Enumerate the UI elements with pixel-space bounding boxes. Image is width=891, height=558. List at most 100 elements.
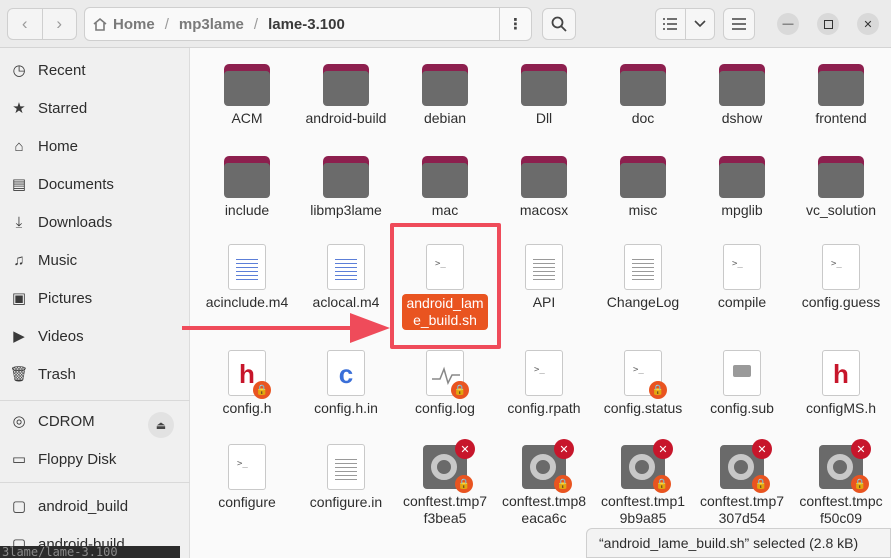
file-item[interactable]: acinclude.m4 [204,238,290,311]
sidebar-item-android-build-bookmark[interactable]: ▢ android_build [0,488,190,524]
file-item[interactable]: ✕ 🔒 conftest.tmpcf50c09 [798,438,884,527]
sidebar-item-label: Pictures [38,289,93,307]
folder-icon [224,156,270,198]
close-icon: ✕ [863,18,873,31]
file-item[interactable]: ✕ 🔒 conftest.tmp8eaca6c [501,438,587,527]
file-name: config.guess [801,294,881,310]
file-item[interactable]: 🔒 config.log [402,344,488,417]
error-badge-icon: ✕ [653,439,673,459]
header-file-icon: h [822,350,860,396]
lock-icon: 🔒 [851,475,869,493]
folder-item[interactable]: vc_solution [798,148,884,219]
header-bar: ‹ › Home / mp3lame / lame-3.100 ⋮ — ✕ [0,0,891,48]
file-name: config.rpath [507,400,581,416]
folder-item[interactable]: mpglib [699,148,785,219]
sidebar-item-label: Videos [38,327,84,345]
folder-item[interactable]: doc [600,56,686,127]
file-item[interactable]: >_ android_lame_build.sh [402,238,488,330]
file-item[interactable]: configure.in [303,438,389,511]
folder-item[interactable]: mac [402,148,488,219]
sidebar-item-floppy-disk[interactable]: ▭ Floppy Disk [0,441,190,477]
main-menu-button[interactable] [723,8,755,40]
sidebar-item-label: Documents [38,175,114,193]
file-item[interactable]: >_ compile [699,238,785,311]
breadcrumb-mp3lame[interactable]: mp3lame [172,16,251,33]
file-item[interactable]: >_ config.rpath [501,344,587,417]
sidebar-item-documents[interactable]: ▤ Documents [0,166,190,202]
sidebar-item-recent[interactable]: ◷ Recent [0,52,190,88]
sidebar-item-starred[interactable]: ★ Starred [0,90,190,126]
lock-icon: 🔒 [554,475,572,493]
error-badge-icon: ✕ [554,439,574,459]
file-item[interactable]: ✕ 🔒 conftest.tmp7307d54 [699,438,785,527]
folder-item[interactable]: macosx [501,148,587,219]
file-name: compile [717,294,767,310]
file-name: android_lame_build.sh [402,294,488,330]
breadcrumb-separator: / [164,15,169,33]
error-badge-icon: ✕ [752,439,772,459]
sidebar-item-downloads[interactable]: ⤓ Downloads [0,204,190,240]
lock-icon: 🔒 [455,475,473,493]
file-item[interactable]: h 🔒 config.h [204,344,290,417]
folder-item[interactable]: ACM [204,56,290,127]
breadcrumb-current[interactable]: lame-3.100 [261,16,352,33]
sidebar-item-pictures[interactable]: ▣ Pictures [0,280,190,316]
m4-file-icon [228,244,266,290]
navigation-buttons: ‹ › [7,8,77,40]
file-item[interactable]: ✕ 🔒 conftest.tmp7f3bea5 [402,438,488,527]
list-view-button[interactable] [656,18,685,30]
sidebar-item-label: Floppy Disk [38,450,117,468]
file-item[interactable]: >_ config.guess [798,238,884,311]
executable-icon: ✕ 🔒 [819,439,871,493]
file-item[interactable]: >_ configure [204,438,290,511]
sidebar-item-music[interactable]: ♫ Music [0,242,190,278]
file-name: conftest.tmp7307d54 [699,493,785,526]
file-item[interactable]: aclocal.m4 [303,238,389,311]
folder-item[interactable]: android-build [303,56,389,127]
breadcrumb-home: Home [113,15,155,33]
search-button[interactable] [542,8,576,40]
folder-icon [620,64,666,106]
close-button[interactable]: ✕ [857,13,879,35]
file-item[interactable]: API [501,238,587,311]
folder-item[interactable]: frontend [798,56,884,127]
file-item[interactable]: h configMS.h [798,344,884,417]
file-name: misc [628,202,658,218]
file-item[interactable]: ChangeLog [600,238,686,311]
file-item[interactable]: config.sub [699,344,785,417]
back-button[interactable]: ‹ [8,9,42,39]
sidebar-item-trash[interactable]: 🗑 Trash [0,356,190,392]
sidebar-item-home[interactable]: ⌂ Home [0,128,190,164]
sidebar-item-label: CDROM [38,412,95,430]
file-item[interactable]: >_ 🔒 config.status [600,344,686,417]
clock-icon: ◷ [12,62,26,79]
folder-item[interactable]: libmp3lame [303,148,389,219]
file-name: Dll [535,110,553,126]
document-icon: ▤ [11,176,27,193]
sidebar-item-videos[interactable]: ▶ Videos [0,318,190,354]
eject-button[interactable]: ⏏ [148,412,174,438]
folder-item[interactable]: debian [402,56,488,127]
lock-icon: 🔒 [752,475,770,493]
folder-item[interactable]: Dll [501,56,587,127]
sidebar-item-cdrom[interactable]: ◎ CDROM ⏏ [0,403,190,439]
file-name: config.log [415,400,475,416]
maximize-button[interactable] [817,13,839,35]
file-name: libmp3lame [310,202,382,218]
home-crumb[interactable]: Home [85,16,162,33]
file-name: dshow [721,110,763,126]
folder-item[interactable]: misc [600,148,686,219]
view-options-button[interactable] [686,20,715,28]
trash-icon: 🗑 [9,366,29,383]
folder-item[interactable]: include [204,148,290,219]
minimize-button[interactable]: — [777,13,799,35]
file-item[interactable]: ✕ 🔒 conftest.tmp19b9a85 [600,438,686,527]
folder-icon [620,156,666,198]
sidebar-divider [0,482,190,483]
forward-button[interactable]: › [41,9,77,39]
lock-icon: 🔒 [253,381,271,399]
file-item[interactable]: c config.h.in [303,344,389,417]
folder-item[interactable]: dshow [699,56,785,127]
file-name: macosx [519,202,569,218]
path-menu-button[interactable]: ⋮ [499,8,531,40]
